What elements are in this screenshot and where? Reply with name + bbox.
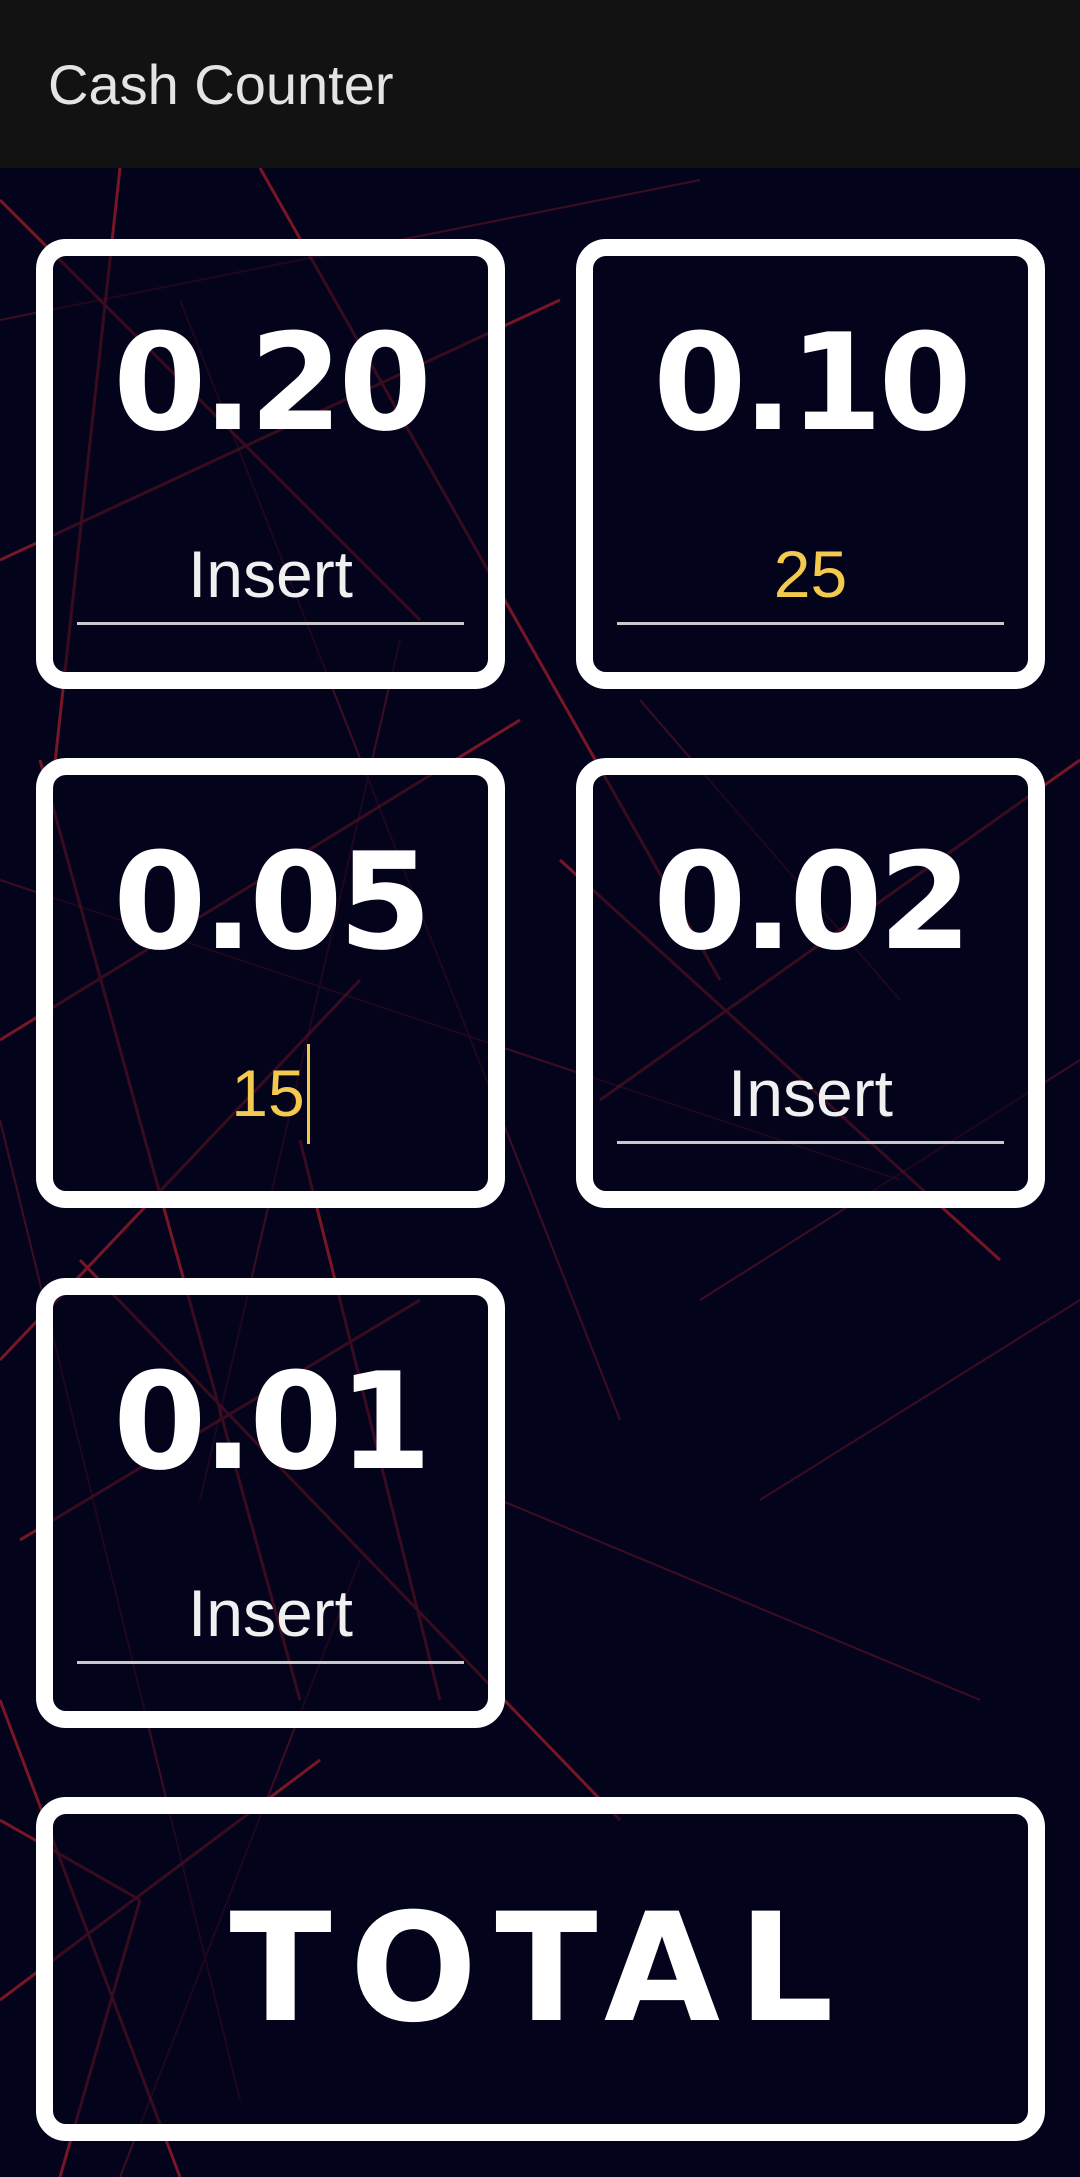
coin-card-0-02: 0.02 Insert [576,758,1045,1208]
total-label: TOTAL [229,1882,852,2056]
denomination-label: 0.02 [653,824,972,980]
text-cursor [306,1043,310,1144]
app-title: Cash Counter [48,52,394,116]
denomination-label: 0.20 [113,305,432,461]
coin-card-0-10: 0.10 25 [576,239,1045,689]
denomination-label: 0.10 [653,305,972,461]
quantity-placeholder: Insert [727,1056,894,1130]
quantity-value: 25 [773,537,848,611]
coin-card-0-01: 0.01 Insert [36,1278,505,1728]
total-button[interactable]: TOTAL [36,1797,1045,2141]
coin-card-0-20: 0.20 Insert [36,239,505,689]
quantity-input-0-02[interactable]: Insert [617,1045,1004,1144]
quantity-value: 15 [231,1056,305,1130]
denomination-label: 0.05 [113,824,432,980]
quantity-input-0-05[interactable]: 15 [77,1043,464,1144]
quantity-input-0-01[interactable]: Insert [77,1565,464,1664]
denomination-label: 0.01 [113,1344,432,1500]
quantity-placeholder: Insert [187,1576,354,1650]
quantity-input-0-10[interactable]: 25 [617,526,1004,625]
quantity-input-0-20[interactable]: Insert [77,526,464,625]
quantity-placeholder: Insert [187,537,354,611]
coin-card-0-05: 0.05 15 [36,758,505,1208]
cash-counter-screen: Cash Counter 0.20 Insert 0.10 25 0.05 15… [0,0,1080,2177]
app-bar: Cash Counter [0,0,1080,168]
